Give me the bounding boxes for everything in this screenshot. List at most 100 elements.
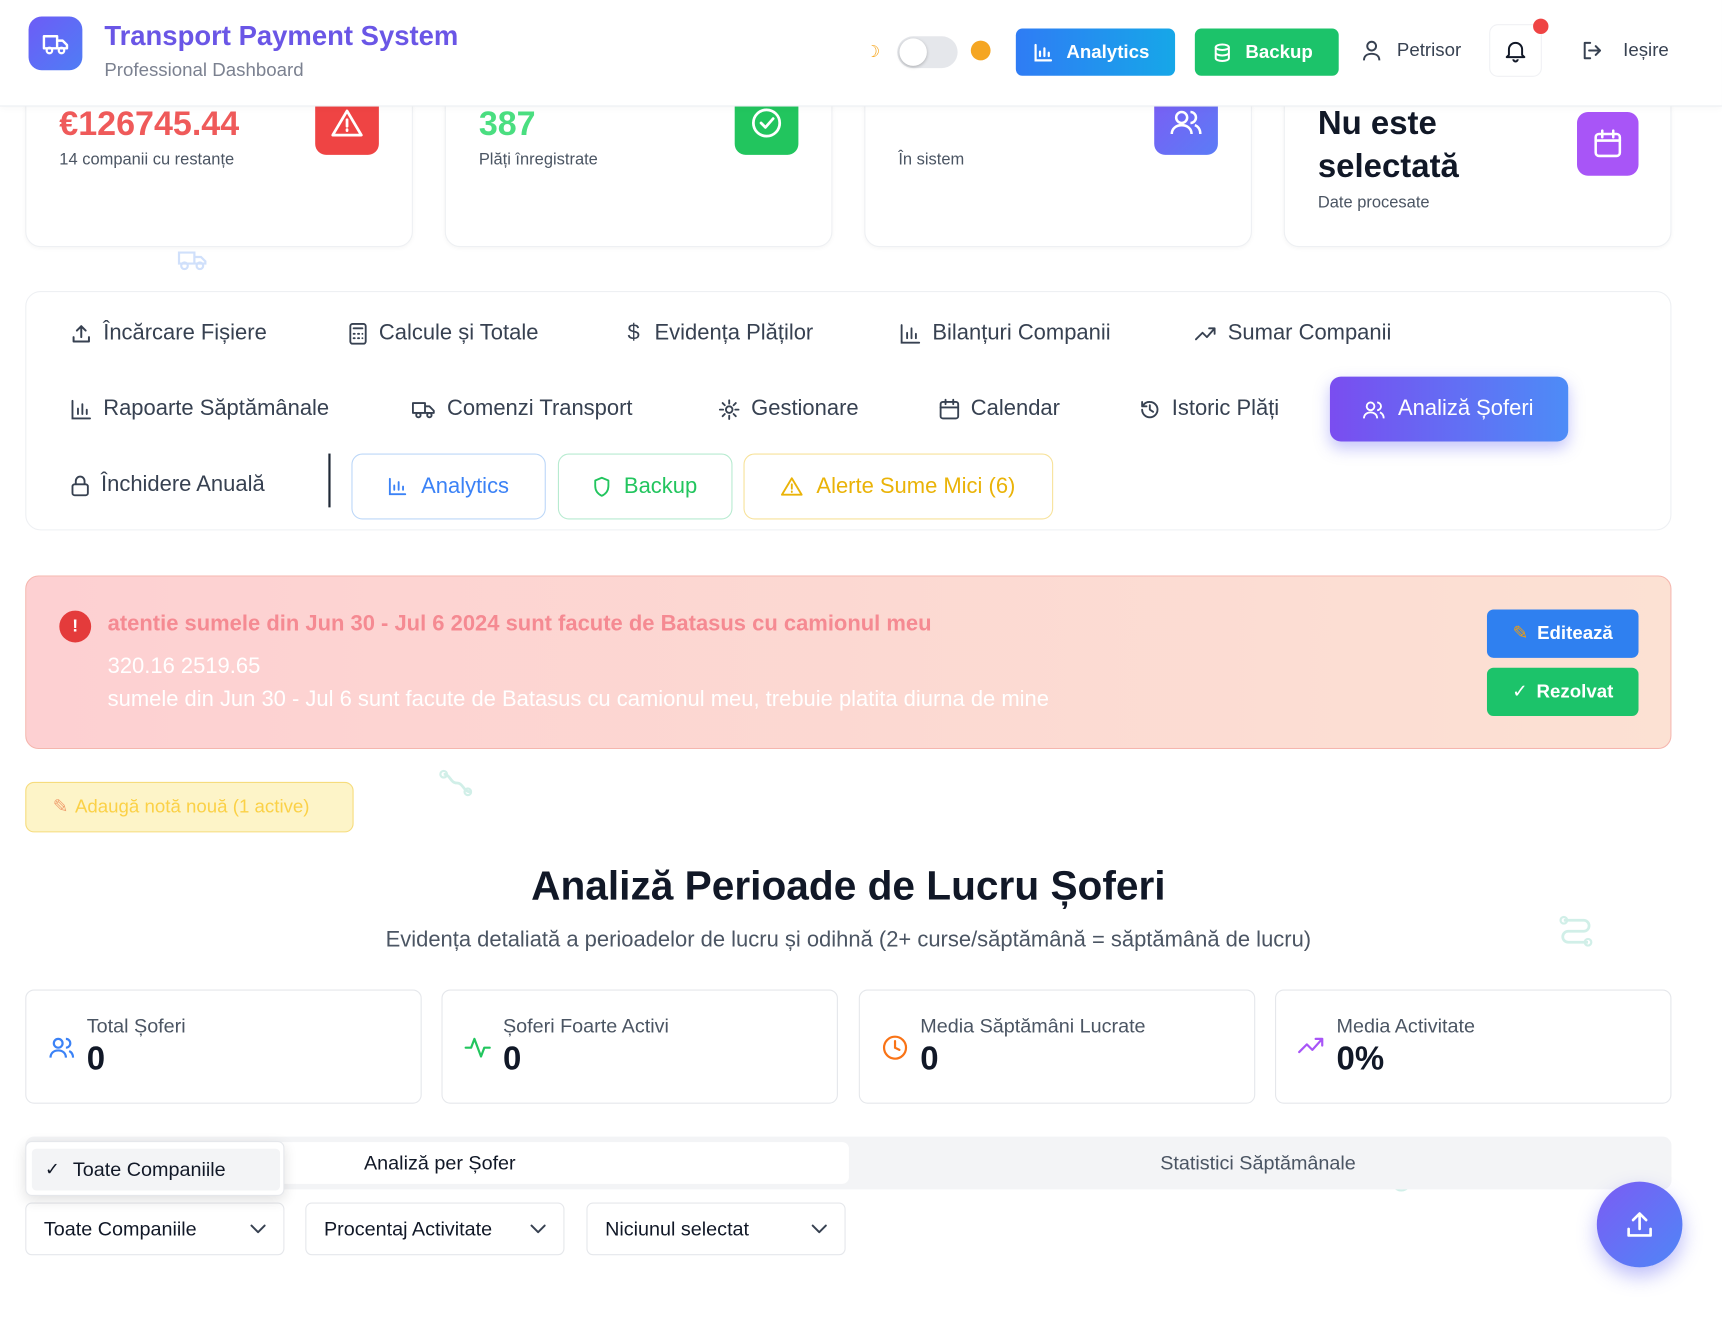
metric-label: Șoferi Foarte Activi bbox=[502, 1014, 669, 1037]
user-name: Petrisor bbox=[1396, 39, 1462, 61]
nav-backup-button[interactable]: Backup bbox=[557, 453, 733, 520]
nav-divider bbox=[328, 453, 331, 508]
sort-select[interactable]: Procentaj Activitate bbox=[305, 1202, 565, 1256]
logout-button[interactable]: Ieșire bbox=[1581, 39, 1669, 62]
activity-icon bbox=[464, 1037, 491, 1058]
nav-label: Închidere Anuală bbox=[101, 472, 265, 497]
resolve-note-button[interactable]: ✓ Rezolvat bbox=[1486, 667, 1639, 717]
gear-icon bbox=[718, 398, 740, 420]
nav-upload-files[interactable]: Încărcare Fișiere bbox=[70, 321, 267, 346]
bar-chart-icon bbox=[900, 323, 921, 344]
nav-company-balances[interactable]: Bilanțuri Companii bbox=[899, 321, 1111, 346]
driver-select[interactable]: Niciunul selectat bbox=[586, 1202, 846, 1256]
stat-card-date: Nu este selectată Date procesate bbox=[1283, 87, 1672, 248]
lock-icon bbox=[71, 475, 89, 496]
calculator-icon bbox=[349, 322, 367, 345]
calendar-icon bbox=[939, 398, 960, 419]
nav-analytics-button[interactable]: Analytics bbox=[351, 453, 546, 520]
driver-select-value: Niciunul selectat bbox=[605, 1217, 750, 1240]
nav-calculations[interactable]: Calcule și Totale bbox=[348, 321, 538, 346]
resolve-note-label: Rezolvat bbox=[1536, 680, 1614, 702]
edit-note-label: Editează bbox=[1537, 622, 1613, 644]
nav-analytics-label: Analytics bbox=[421, 473, 510, 499]
nav-label: Evidența Plăților bbox=[654, 320, 814, 345]
nav-backup-label: Backup bbox=[623, 473, 698, 499]
nav-annual-closing[interactable]: Închidere Anuală bbox=[70, 472, 265, 497]
moon-icon: ☽ bbox=[865, 42, 881, 62]
bell-icon bbox=[1505, 41, 1526, 63]
clock-icon bbox=[882, 1035, 908, 1060]
decorative-truck-icon bbox=[177, 251, 207, 271]
check-icon: ✓ bbox=[1512, 680, 1528, 702]
nav-management[interactable]: Gestionare bbox=[718, 396, 859, 421]
users-icon bbox=[1363, 401, 1385, 418]
nav-company-summary[interactable]: Sumar Companii bbox=[1195, 320, 1392, 346]
stat-card-system: În sistem bbox=[864, 87, 1252, 248]
nav-label: Istoric Plăți bbox=[1171, 396, 1280, 421]
nav-calendar[interactable]: Calendar bbox=[939, 396, 1060, 421]
tab-weekly-statistics[interactable]: Statistici Săptămânale bbox=[849, 1142, 1667, 1184]
nav-transport-orders[interactable]: Comenzi Transport bbox=[411, 396, 633, 421]
calendar-icon bbox=[1577, 112, 1639, 176]
add-note-button[interactable]: ✎ Adaugă notă nouă (1 active) bbox=[25, 781, 354, 833]
nav-label: Sumar Companii bbox=[1227, 320, 1392, 345]
theme-toggle[interactable] bbox=[897, 36, 958, 69]
trending-up-icon bbox=[1195, 326, 1216, 340]
logout-label: Ieșire bbox=[1623, 39, 1669, 61]
section-subtitle: Evidența detaliată a perioadelor de lucr… bbox=[385, 927, 1312, 953]
alert-exclamation-icon: ! bbox=[59, 610, 92, 643]
nav-label: Comenzi Transport bbox=[446, 396, 633, 421]
upload-icon bbox=[1627, 1212, 1652, 1237]
header-analytics-label: Analytics bbox=[1066, 41, 1150, 63]
metric-label: Media Activitate bbox=[1336, 1014, 1475, 1037]
notifications-button[interactable] bbox=[1489, 24, 1542, 77]
nav-driver-analysis[interactable]: Analiză Șoferi bbox=[1329, 376, 1569, 442]
user-menu[interactable]: Petrisor bbox=[1362, 40, 1461, 62]
stat-value-payments: 387 bbox=[478, 104, 536, 143]
user-icon bbox=[1362, 40, 1381, 61]
header-backup-button[interactable]: Backup bbox=[1194, 28, 1339, 76]
dropdown-option-label: Toate Companiile bbox=[72, 1158, 226, 1181]
sort-select-value: Procentaj Activitate bbox=[323, 1217, 493, 1240]
dropdown-option-all-companies[interactable]: ✓ Toate Companiile bbox=[31, 1148, 281, 1191]
nav-weekly-reports[interactable]: Rapoarte Săptămânale bbox=[70, 396, 329, 421]
chevron-down-icon bbox=[811, 1224, 827, 1234]
metric-total-drivers: Total Șoferi 0 bbox=[25, 989, 422, 1104]
company-dropdown-menu: ✓ Toate Companiile bbox=[25, 1141, 285, 1196]
metric-very-active-drivers: Șoferi Foarte Activi 0 bbox=[441, 989, 838, 1104]
bar-chart-icon bbox=[389, 477, 407, 496]
nav-payments[interactable]: $ Evidența Plăților bbox=[624, 320, 814, 346]
stat-label-date: Date procesate bbox=[1317, 193, 1430, 212]
company-select-value: Toate Companiile bbox=[43, 1217, 197, 1240]
floating-upload-button[interactable] bbox=[1596, 1181, 1683, 1268]
database-icon bbox=[1214, 42, 1230, 62]
alert-amounts: 320.16 2519.65 bbox=[107, 654, 261, 679]
stat-label-payments: Plăți înregistrate bbox=[478, 150, 598, 170]
warning-icon bbox=[781, 477, 804, 496]
metric-value: 0 bbox=[920, 1041, 939, 1078]
header-analytics-button[interactable]: Analytics bbox=[1015, 28, 1176, 76]
nav-label: Calcule și Totale bbox=[378, 320, 539, 345]
nav-label: Rapoarte Săptămânale bbox=[103, 396, 330, 421]
nav-label-active: Analiză Șoferi bbox=[1398, 396, 1534, 421]
company-select[interactable]: Toate Companiile bbox=[25, 1202, 285, 1256]
nav-payment-history[interactable]: Istoric Plăți bbox=[1139, 396, 1279, 421]
header-backup-label: Backup bbox=[1245, 41, 1313, 63]
nav-small-amount-alerts-button[interactable]: Alerte Sume Mici (6) bbox=[743, 453, 1054, 520]
bar-chart-icon bbox=[71, 399, 91, 419]
edit-note-button[interactable]: ✎ Editează bbox=[1486, 609, 1639, 658]
bar-chart-icon bbox=[1034, 43, 1053, 61]
section-title: Analiză Perioade de Lucru Șoferi bbox=[531, 863, 1166, 909]
app-header: Transport Payment System Professional Da… bbox=[0, 0, 1722, 107]
metric-value: 0% bbox=[1336, 1041, 1385, 1078]
metric-value: 0 bbox=[86, 1041, 106, 1078]
alert-description: sumele din Jun 30 - Jul 6 sunt facute de… bbox=[107, 687, 1049, 712]
users-icon bbox=[49, 1037, 75, 1058]
upload-icon bbox=[72, 324, 90, 342]
stat-card-payments: 387 Plăți înregistrate bbox=[444, 87, 833, 248]
stat-label-system: În sistem bbox=[898, 150, 965, 170]
chevron-down-icon bbox=[530, 1224, 546, 1234]
decorative-route-icon bbox=[439, 769, 473, 797]
stat-label-outstanding: 14 companii cu restanțe bbox=[59, 150, 235, 170]
metric-label: Total Șoferi bbox=[86, 1014, 186, 1037]
